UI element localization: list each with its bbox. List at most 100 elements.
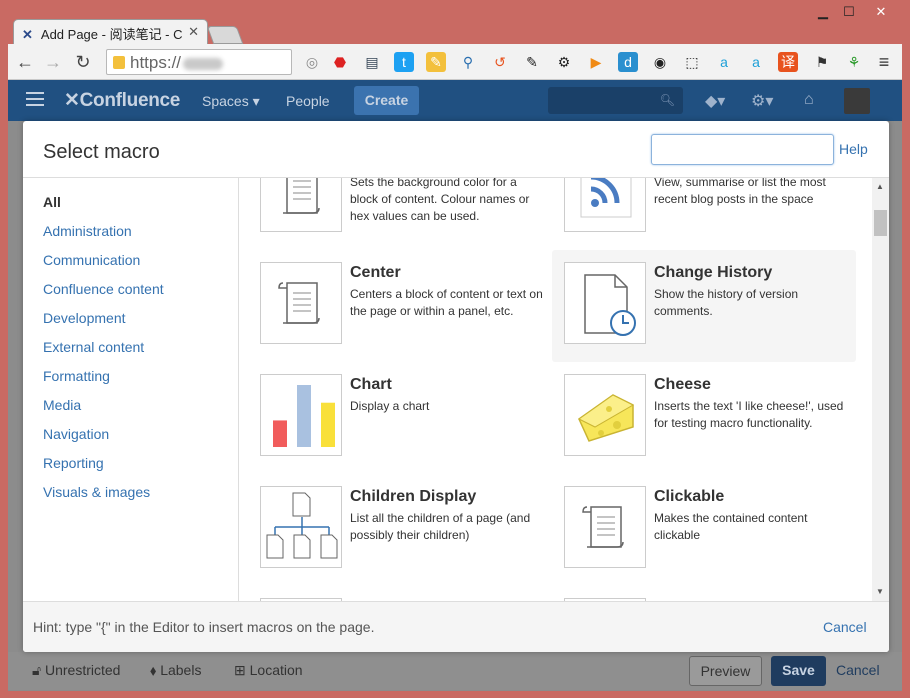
category-confluence-content[interactable]: Confluence content: [43, 281, 164, 297]
category-reporting[interactable]: Reporting: [43, 455, 104, 471]
settings-gear-icon[interactable]: ⚙▾: [751, 91, 773, 111]
url-text: https://: [130, 53, 182, 72]
people-link[interactable]: People: [286, 93, 330, 109]
confluence-logo[interactable]: ✕Confluence: [64, 89, 180, 112]
macro-description: View, summarise or list the most recent …: [654, 178, 826, 206]
restriction-toggle[interactable]: 🔓︎ Unrestricted: [32, 662, 120, 679]
scroll-icon: [260, 262, 342, 344]
browser-tab[interactable]: ✕ Add Page - 阅读笔记 - C ✕: [13, 19, 208, 45]
document-clock-icon: [564, 262, 646, 344]
macro-name: Center: [350, 264, 401, 281]
macro-item-center[interactable]: Center Centers a block of content or tex…: [252, 254, 556, 366]
macro-name: Children Display: [350, 488, 477, 505]
extension-green-icon[interactable]: ⚘: [844, 52, 864, 72]
extension-crop-icon[interactable]: ⬚: [682, 52, 702, 72]
category-communication[interactable]: Communication: [43, 252, 140, 268]
macro-description: Makes the contained content clickable: [654, 511, 808, 542]
preview-button[interactable]: Preview: [689, 656, 762, 686]
extension-note-icon[interactable]: ✎: [426, 52, 446, 72]
macro-list: Sets the background color for a block of…: [239, 178, 872, 601]
macro-name: Change History: [654, 264, 773, 281]
scrollbar-thumb[interactable]: [874, 210, 887, 236]
create-button[interactable]: Create: [354, 86, 419, 115]
browser-window: ✕ Add Page - 阅读笔记 - C ✕ ▁ ☐ ✕ ← → ↻ http…: [0, 0, 910, 698]
extension-color-icon[interactable]: ◉: [650, 52, 670, 72]
macro-item-background-color[interactable]: Sets the background color for a block of…: [252, 178, 556, 254]
macro-list-scrollbar[interactable]: ▲ ▼: [872, 178, 889, 601]
category-navigation[interactable]: Navigation: [43, 426, 109, 442]
category-administration[interactable]: Administration: [43, 223, 132, 239]
extension-play-icon[interactable]: ▶: [586, 52, 606, 72]
bar-chart-icon: [260, 374, 342, 456]
select-macro-dialog: Select macro Help All Administration Com…: [23, 121, 889, 652]
dialog-cancel-link[interactable]: Cancel: [823, 619, 867, 635]
forward-icon[interactable]: →: [42, 51, 64, 73]
header-search-input[interactable]: 🔍︎: [548, 87, 683, 114]
chart-icon-bar: [297, 385, 311, 447]
new-tab-button[interactable]: [206, 26, 244, 44]
chart-icon-svg: [273, 385, 335, 447]
extension-lamp-icon[interactable]: ⚲: [458, 52, 478, 72]
tab-title: Add Page - 阅读笔记 - C: [40, 27, 183, 42]
maximize-button[interactable]: ☐: [834, 4, 864, 20]
back-icon[interactable]: ←: [14, 51, 36, 73]
location-toggle[interactable]: ⊞ Location: [234, 662, 303, 679]
reload-icon[interactable]: ↻: [72, 51, 94, 73]
labels-toggle[interactable]: ⬧ Labels: [150, 662, 201, 679]
category-development[interactable]: Development: [43, 310, 126, 326]
extension-edit-icon[interactable]: ✎: [522, 52, 542, 72]
category-all[interactable]: All: [43, 194, 61, 210]
macro-item-blog-posts[interactable]: View, summarise or list the most recent …: [556, 178, 860, 254]
app-switcher-icon[interactable]: [26, 92, 44, 106]
editor-footer: 🔓︎ Unrestricted ⬧ Labels ⊞ Location Prev…: [8, 652, 902, 690]
macro-item-clickable[interactable]: Clickable Makes the contained content cl…: [556, 478, 860, 590]
chart-icon-bar: [321, 402, 335, 447]
macro-item-cheese[interactable]: Cheese Inserts the text 'I like cheese!'…: [556, 366, 860, 478]
extension-off-icon[interactable]: ⚑: [812, 52, 832, 72]
scroll-up-icon[interactable]: ▲: [876, 182, 884, 191]
url-redacted: [183, 57, 224, 70]
extension-refresh-icon[interactable]: ↺: [490, 52, 510, 72]
macro-item-children-display[interactable]: Children Display List all the children o…: [252, 478, 556, 590]
macro-search-input[interactable]: [651, 134, 834, 165]
macro-description: Show the history of version comments.: [654, 287, 799, 318]
extension-clock-icon[interactable]: ◎: [302, 52, 322, 72]
tab-close-icon[interactable]: ✕: [188, 24, 199, 40]
help-link[interactable]: Help: [839, 141, 868, 157]
category-formatting[interactable]: Formatting: [43, 368, 110, 384]
user-avatar[interactable]: [844, 88, 870, 114]
extension-a1-icon[interactable]: a: [714, 52, 734, 72]
scroll-down-icon[interactable]: ▼: [876, 587, 884, 596]
twitter-icon[interactable]: t: [394, 52, 414, 72]
confluence-favicon: ✕: [22, 27, 33, 42]
macro-description: Sets the background color for a block of…: [350, 178, 530, 223]
tag-icon: ⬧: [150, 662, 157, 678]
macro-name: Cheese: [654, 376, 711, 393]
extension-printer-icon[interactable]: ▤: [362, 52, 382, 72]
help-icon[interactable]: ◆▾: [705, 91, 725, 111]
extension-d-icon[interactable]: d: [618, 52, 638, 72]
extension-stop-icon[interactable]: ⬣: [330, 52, 350, 72]
footer-cancel-link[interactable]: Cancel: [836, 662, 880, 678]
dialog-title: Select macro: [43, 141, 160, 163]
macro-description: List all the children of a page (and pos…: [350, 511, 531, 542]
category-external-content[interactable]: External content: [43, 339, 144, 355]
menu-icon[interactable]: ≡: [874, 52, 894, 72]
category-list: All Administration Communication Conflue…: [23, 178, 239, 601]
extension-translate-icon[interactable]: 译: [778, 52, 798, 72]
browser-toolbar: ← → ↻ https:// ◎ ⬣ ▤ t ✎ ⚲ ↺ ✎ ⚙ ▶ d ◉ ⬚…: [8, 44, 902, 80]
category-media[interactable]: Media: [43, 397, 81, 413]
macro-item-chart[interactable]: Chart Display a chart: [252, 366, 556, 478]
save-button[interactable]: Save: [771, 656, 826, 686]
extension-a2-icon[interactable]: a: [746, 52, 766, 72]
address-bar[interactable]: https://: [106, 49, 292, 75]
notifications-icon[interactable]: ⌂: [804, 91, 814, 109]
cheese-icon: [564, 374, 646, 456]
macro-item-next[interactable]: [556, 590, 860, 601]
macro-item-change-history[interactable]: Change History Show the history of versi…: [552, 250, 856, 362]
close-window-button[interactable]: ✕: [866, 4, 896, 20]
category-visuals-images[interactable]: Visuals & images: [43, 484, 150, 500]
macro-item-code-block[interactable]: [252, 590, 556, 601]
spaces-menu[interactable]: Spaces ▾: [202, 93, 260, 110]
extension-badge-icon[interactable]: ⚙: [554, 52, 574, 72]
